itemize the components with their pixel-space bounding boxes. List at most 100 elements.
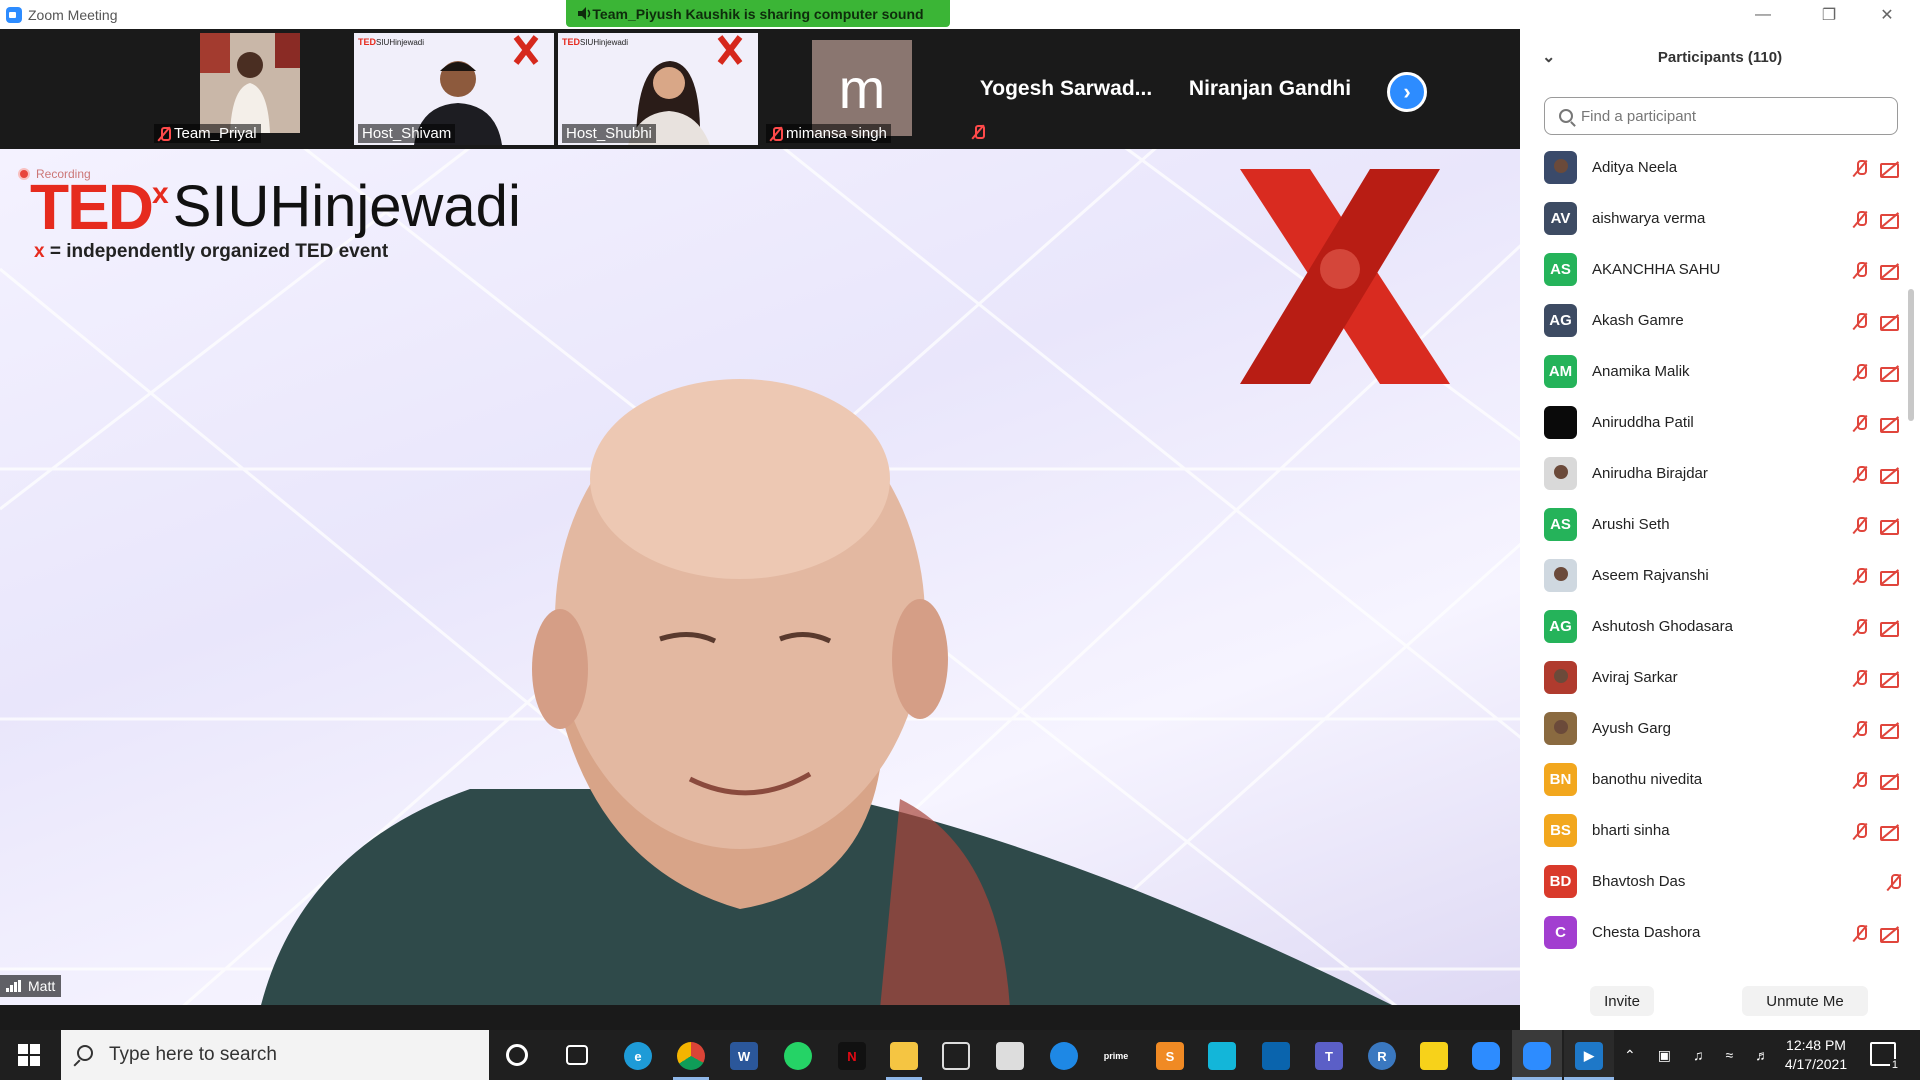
thumbnail-name: Host_Shubhi xyxy=(562,124,656,143)
taskbar-clock[interactable]: 12:48 PM 4/17/2021 xyxy=(1766,1036,1866,1074)
participant-row[interactable]: Aniruddha Patil xyxy=(1520,397,1910,448)
cortana-icon[interactable] xyxy=(506,1044,528,1066)
participant-row[interactable]: Aseem Rajvanshi xyxy=(1520,550,1910,601)
unmute-me-button[interactable]: Unmute Me xyxy=(1742,986,1868,1016)
participant-row[interactable]: Anirudha Birajdar xyxy=(1520,448,1910,499)
microphone-icon[interactable]: ♫ xyxy=(1693,1047,1704,1063)
participant-search-input[interactable]: Find a participant xyxy=(1544,97,1898,135)
avatar: C xyxy=(1544,916,1577,949)
mic-muted-icon xyxy=(1852,771,1868,789)
mic-muted-icon xyxy=(1852,669,1868,687)
participant-row[interactable]: AG Akash Gamre xyxy=(1520,295,1910,346)
file-explorer-icon[interactable] xyxy=(890,1042,918,1070)
participant-status-icons xyxy=(1852,873,1902,891)
participant-row[interactable]: BS bharti sinha xyxy=(1520,805,1910,856)
windows-start-icon[interactable] xyxy=(18,1044,40,1066)
instagram-icon[interactable] xyxy=(1208,1042,1236,1070)
participant-row[interactable]: AS AKANCHHA SAHU xyxy=(1520,244,1910,295)
participant-row[interactable]: Aviraj Sarkar xyxy=(1520,652,1910,703)
zoom-meeting-icon[interactable] xyxy=(1523,1042,1551,1070)
close-button[interactable]: ✕ xyxy=(1858,0,1916,29)
system-tray: ⌃ ▣ ♫ ≈ ♬ xyxy=(1624,1030,1769,1080)
word-icon[interactable]: W xyxy=(730,1042,758,1070)
chevron-down-icon[interactable]: ⌄ xyxy=(1542,47,1555,67)
participant-row[interactable]: BD Bhavtosh Das xyxy=(1520,856,1910,907)
snip-icon[interactable] xyxy=(942,1042,970,1070)
participant-row[interactable]: BN banothu nivedita xyxy=(1520,754,1910,805)
sublime-icon[interactable]: S xyxy=(1156,1042,1184,1070)
video-thumbnail[interactable]: TED SIUHinjewadi Host_Shivam xyxy=(354,33,554,145)
speaker-video-scene xyxy=(0,149,1520,1005)
avatar: AS xyxy=(1544,253,1577,286)
invite-button[interactable]: Invite xyxy=(1590,986,1654,1016)
wifi-icon[interactable]: ≈ xyxy=(1725,1047,1733,1063)
minimize-button[interactable]: — xyxy=(1734,0,1792,29)
mic-muted-icon xyxy=(1852,261,1868,279)
participant-name: Bhavtosh Das xyxy=(1592,873,1686,890)
outlook-icon[interactable] xyxy=(1262,1042,1290,1070)
whatsapp-icon[interactable] xyxy=(784,1042,812,1070)
sticky-notes-icon[interactable] xyxy=(1420,1042,1448,1070)
participant-row[interactable]: AG Ashutosh Ghodasara xyxy=(1520,601,1910,652)
name-only-tile[interactable]: Niranjan Gandhi xyxy=(1170,33,1370,145)
taskbar-search-box[interactable]: Type here to search xyxy=(61,1030,489,1080)
name-only-tile[interactable]: Yogesh Sarwad... xyxy=(966,33,1166,145)
zoom-icon[interactable] xyxy=(1472,1042,1500,1070)
participant-name: Arushi Seth xyxy=(1592,516,1670,533)
title-bar: Zoom Meeting — ❐ ✕ xyxy=(0,0,1920,29)
edge-icon[interactable]: e xyxy=(624,1042,652,1070)
participant-row[interactable]: Aditya Neela xyxy=(1520,142,1910,193)
participant-row[interactable]: AM Anamika Malik xyxy=(1520,346,1910,397)
thumbnail-name: Team_Priyal xyxy=(154,124,261,143)
participant-status-icons xyxy=(1852,618,1902,637)
participant-row[interactable]: AV aishwarya verma xyxy=(1520,193,1910,244)
participant-name: AKANCHHA SAHU xyxy=(1592,261,1721,278)
safari-icon[interactable] xyxy=(1050,1042,1078,1070)
participant-status-icons xyxy=(1852,822,1902,841)
next-page-button[interactable]: › xyxy=(1387,72,1427,112)
video-off-icon xyxy=(1880,721,1902,739)
participant-status-icons xyxy=(1852,210,1902,229)
chevron-up-icon[interactable]: ⌃ xyxy=(1624,1047,1636,1064)
video-thumbnail[interactable]: m mimansa singh xyxy=(762,33,962,145)
mic-muted-icon xyxy=(1852,822,1868,840)
speaker-name: Matt xyxy=(28,978,56,994)
participant-name: aishwarya verma xyxy=(1592,210,1706,227)
chrome-icon[interactable] xyxy=(677,1042,705,1070)
clock-time: 12:48 PM xyxy=(1786,1037,1846,1053)
prime-video-icon[interactable]: prime xyxy=(1102,1042,1130,1070)
tagline-text: = independently organized TED event xyxy=(44,241,389,262)
participants-panel: ⌄ Participants (110) Find a participant … xyxy=(1520,29,1920,1030)
mic-muted-icon xyxy=(1886,873,1902,891)
participant-status-icons xyxy=(1852,312,1902,331)
video-thumbnail[interactable]: Team_Priyal xyxy=(150,33,350,145)
participant-row[interactable]: C Chesta Dashora xyxy=(1520,907,1910,958)
participant-name: Ashutosh Ghodasara xyxy=(1592,618,1733,635)
notification-icon[interactable]: 1 xyxy=(1870,1042,1900,1071)
teams-icon[interactable]: T xyxy=(1315,1042,1343,1070)
participant-status-icons xyxy=(1852,771,1902,790)
tile-name: Niranjan Gandhi xyxy=(1188,77,1352,100)
participant-list[interactable]: Aditya Neela AV aishwarya verma AS AKANCHHA … xyxy=(1520,142,1910,986)
participant-name: bharti sinha xyxy=(1592,822,1670,839)
store-icon[interactable] xyxy=(996,1042,1024,1070)
camera-icon[interactable]: ▣ xyxy=(1658,1047,1671,1064)
participant-status-icons xyxy=(1852,720,1902,739)
restore-button[interactable]: ❐ xyxy=(1800,0,1858,29)
avatar: BS xyxy=(1544,814,1577,847)
video-thumbnail[interactable]: TED SIUHinjewadi Host_Shubhi xyxy=(558,33,758,145)
media-player-icon[interactable]: ▶ xyxy=(1575,1042,1603,1070)
task-view-icon[interactable] xyxy=(566,1045,588,1065)
thumbnail-name: mimansa singh xyxy=(766,124,891,143)
avatar xyxy=(1544,457,1577,490)
r-icon[interactable]: R xyxy=(1368,1042,1396,1070)
participant-row[interactable]: Ayush Garg xyxy=(1520,703,1910,754)
participant-list-scrollbar[interactable] xyxy=(1908,289,1914,421)
participant-row[interactable]: AS Arushi Seth xyxy=(1520,499,1910,550)
mic-muted-icon xyxy=(1852,720,1868,738)
netflix-icon[interactable]: N xyxy=(838,1042,866,1070)
tedx-tagline: x = independently organized TED event xyxy=(34,241,388,263)
participant-name: Chesta Dashora xyxy=(1592,924,1701,941)
logo-ted: TED xyxy=(30,171,154,243)
video-off-icon xyxy=(1880,415,1902,433)
